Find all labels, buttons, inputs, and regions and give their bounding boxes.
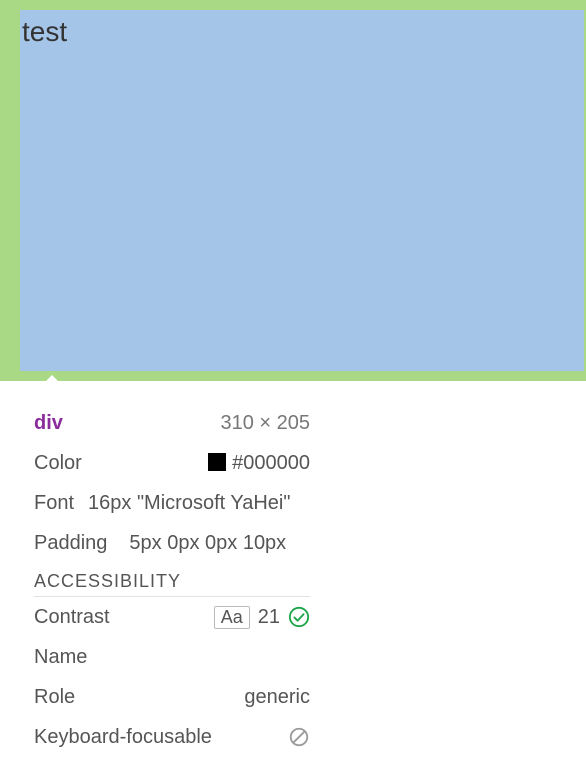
color-label: Color [34,452,82,475]
keyboard-focusable-label: Keyboard-focusable [34,726,212,749]
color-row: Color #000000 [34,449,310,477]
role-row: Role generic [34,683,310,711]
contrast-row: Contrast Aa 21 [34,603,310,631]
keyboard-focusable-row: Keyboard-focusable [34,723,310,751]
color-value: #000000 [232,452,310,474]
accessibility-section-title: ACCESSIBILITY [34,571,310,597]
name-row: Name [34,643,310,671]
font-label: Font [34,492,74,515]
color-swatch-icon [208,453,226,471]
padding-label: Padding [34,532,107,555]
role-label: Role [34,686,75,709]
padding-row: Padding 5px 0px 0px 10px [34,529,310,557]
color-value-wrap: #000000 [208,452,310,475]
element-dimensions: 310 × 205 [220,412,310,435]
element-text: test [22,16,67,47]
tooltip-header-row: div 310 × 205 [34,409,310,437]
element-tag-name: div [34,412,63,435]
not-allowed-icon [288,726,310,748]
contrast-label: Contrast [34,606,110,629]
inspector-tooltip: div 310 × 205 Color #000000 Font 16px "M… [14,387,330,783]
contrast-value-wrap: Aa 21 [214,606,310,629]
padding-value: 5px 0px 0px 10px [129,532,286,555]
font-value: 16px "Microsoft YaHei" [88,492,290,515]
contrast-value: 21 [258,606,280,629]
name-label: Name [34,646,87,669]
role-value: generic [244,686,310,709]
element-highlight-content: test [20,10,584,371]
font-row: Font 16px "Microsoft YaHei" [34,489,310,517]
check-circle-icon [288,606,310,628]
contrast-sample-icon: Aa [214,606,250,629]
element-highlight-margin: test [0,0,586,381]
